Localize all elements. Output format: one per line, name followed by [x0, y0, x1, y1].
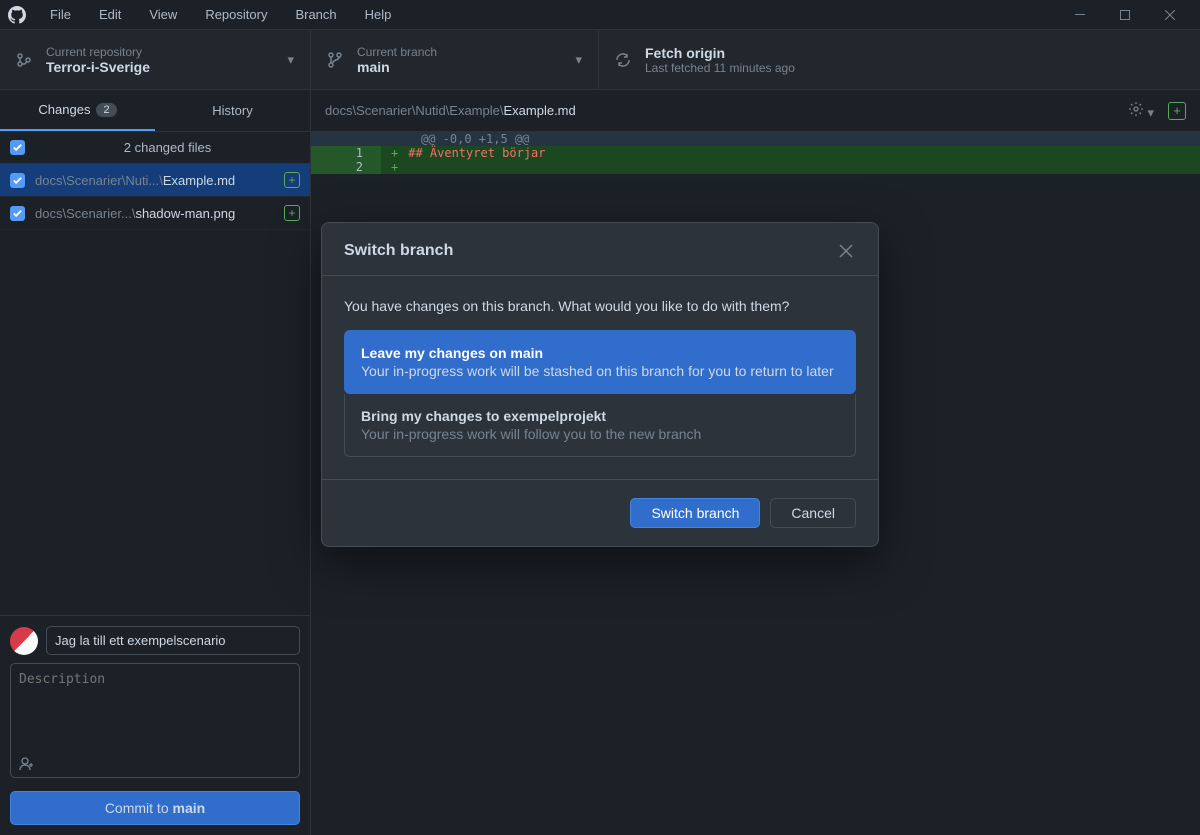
option-description: Your in-progress work will be stashed on…	[361, 363, 839, 379]
dialog-close-button[interactable]	[836, 241, 856, 261]
option-title: Leave my changes on main	[361, 345, 839, 361]
option-title: Bring my changes to exempelprojekt	[361, 408, 839, 424]
close-icon	[839, 244, 853, 258]
confirm-button[interactable]: Switch branch	[630, 498, 760, 528]
dialog-question: You have changes on this branch. What wo…	[344, 298, 856, 314]
option-description: Your in-progress work will follow you to…	[361, 426, 839, 442]
switch-branch-dialog: Switch branch You have changes on this b…	[321, 222, 879, 547]
option-leave-changes[interactable]: Leave my changes on main Your in-progres…	[344, 330, 856, 394]
dialog-title: Switch branch	[344, 242, 836, 260]
modal-overlay: Switch branch You have changes on this b…	[0, 0, 1200, 835]
option-bring-changes[interactable]: Bring my changes to exempelprojekt Your …	[344, 394, 856, 457]
cancel-button[interactable]: Cancel	[770, 498, 856, 528]
